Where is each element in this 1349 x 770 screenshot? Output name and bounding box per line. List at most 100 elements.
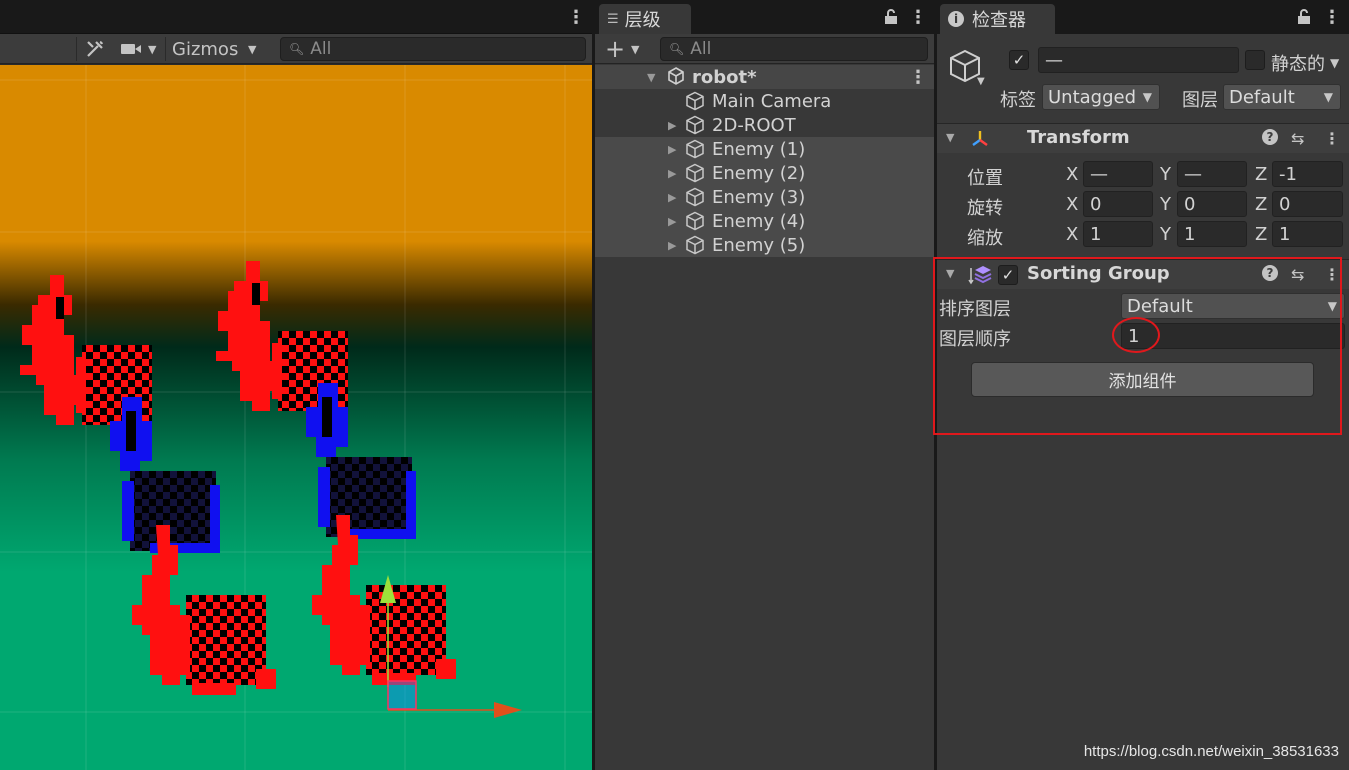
rotation-y-field[interactable]: 0: [1177, 191, 1247, 217]
axis-x-label: X: [1066, 194, 1079, 215]
transform-title: Transform: [1027, 127, 1130, 148]
hierarchy-item-label: Enemy (5): [712, 234, 806, 256]
presets-icon[interactable]: ⇆: [1291, 265, 1304, 284]
field-value: —: [1090, 163, 1108, 185]
sorting-group-enabled-checkbox[interactable]: ✓: [998, 265, 1018, 285]
axis-z-label: Z: [1255, 224, 1268, 245]
gizmos-button[interactable]: Gizmos: [172, 37, 238, 61]
field-value: 1: [1184, 223, 1196, 245]
presets-icon[interactable]: ⇆: [1291, 129, 1304, 148]
scene-row-menu-icon[interactable]: ⋮: [909, 69, 927, 87]
transform-header[interactable]: ▼ Transform ? ⇆ ⋮: [937, 123, 1349, 153]
position-y-field[interactable]: —: [1177, 161, 1247, 187]
expand-arrow-icon[interactable]: ▶: [668, 239, 676, 252]
component-menu-icon[interactable]: ⋮: [1324, 265, 1340, 284]
rotation-z-field[interactable]: 0: [1272, 191, 1343, 217]
scale-label: 缩放: [967, 228, 1003, 249]
hierarchy-item-enemy-1[interactable]: ▶ Enemy (1): [595, 137, 934, 161]
search-placeholder: All: [310, 39, 332, 59]
expand-arrow-icon[interactable]: ▶: [668, 143, 676, 156]
expand-arrow-icon[interactable]: ▶: [668, 119, 676, 132]
help-icon[interactable]: ?: [1262, 265, 1278, 281]
rotation-x-field[interactable]: 0: [1083, 191, 1153, 217]
chevron-down-icon[interactable]: ▼: [631, 37, 639, 61]
scene-panel: ⋮ ▼ Gizmos ▼ 🔍︎ All: [0, 0, 592, 770]
hierarchy-item-2d-root[interactable]: ▶ 2D-ROOT: [595, 113, 934, 137]
active-checkbox[interactable]: ✓: [1009, 50, 1029, 70]
position-x-field[interactable]: —: [1083, 161, 1153, 187]
expand-arrow-icon[interactable]: ▼: [946, 267, 954, 280]
scene-search-input[interactable]: 🔍︎ All: [280, 37, 586, 61]
expand-arrow-icon[interactable]: ▶: [668, 215, 676, 228]
scale-x-field[interactable]: 1: [1083, 221, 1153, 247]
tag-dropdown[interactable]: Untagged ▼: [1042, 84, 1160, 110]
field-value: 1: [1279, 223, 1291, 245]
expand-arrow-icon[interactable]: ▶: [668, 167, 676, 180]
hierarchy-item-label: Main Camera: [712, 90, 832, 112]
tab-inspector-label: 检查器: [972, 10, 1026, 31]
axis-y-label: Y: [1160, 194, 1171, 215]
search-icon: 🔍︎: [289, 42, 305, 56]
toolbar-separator: [165, 37, 166, 61]
scale-z-field[interactable]: 1: [1272, 221, 1343, 247]
hierarchy-menu-icon[interactable]: ⋮: [909, 9, 927, 27]
gameobject-cube-icon: [685, 211, 705, 231]
hierarchy-item-label: Enemy (2): [712, 162, 806, 184]
watermark: https://blog.csdn.net/weixin_38531633: [1083, 743, 1339, 760]
camera-icon[interactable]: ▼: [120, 37, 156, 61]
hierarchy-tabbar: ☰ 层级 ⋮: [595, 0, 934, 34]
scene-menu-icon[interactable]: ⋮: [567, 9, 585, 27]
hierarchy-item-enemy-2[interactable]: ▶ Enemy (2): [595, 161, 934, 185]
position-z-field[interactable]: -1: [1272, 161, 1343, 187]
component-menu-icon[interactable]: ⋮: [1324, 129, 1340, 148]
hierarchy-scene-row[interactable]: ▼ robot* ⋮: [595, 65, 934, 89]
object-name-field[interactable]: —: [1038, 47, 1239, 73]
layer-dropdown[interactable]: Default ▼: [1223, 84, 1341, 110]
hierarchy-search-input[interactable]: 🔍︎ All: [660, 37, 928, 61]
hierarchy-item-label: 2D-ROOT: [712, 114, 796, 136]
toolbar-separator: [76, 37, 77, 61]
xy-plane-handle[interactable]: [387, 680, 417, 710]
inspector-tabbar: i 检查器 ⋮: [937, 0, 1349, 34]
static-checkbox[interactable]: [1245, 50, 1265, 70]
gizmos-dropdown-icon[interactable]: ▼: [248, 37, 256, 61]
scene-canvas[interactable]: [0, 65, 592, 770]
axis-x-label: X: [1066, 224, 1079, 245]
order-in-layer-field[interactable]: 1: [1121, 323, 1345, 349]
unity-scene-icon: [667, 67, 685, 90]
chevron-down-icon[interactable]: ▼: [977, 76, 985, 87]
tab-inspector[interactable]: i 检查器: [940, 4, 1055, 34]
inspector-menu-icon[interactable]: ⋮: [1323, 9, 1341, 27]
gameobject-cube-icon: [685, 115, 705, 135]
sorting-layer-dropdown[interactable]: Default ▼: [1121, 293, 1345, 319]
expand-arrow-icon[interactable]: ▶: [668, 191, 676, 204]
add-component-button[interactable]: 添加组件: [971, 362, 1314, 397]
gameobject-cube-icon: [685, 91, 705, 111]
chevron-down-icon: ▼: [148, 42, 157, 56]
hierarchy-item-enemy-4[interactable]: ▶ Enemy (4): [595, 209, 934, 233]
chevron-down-icon[interactable]: ▼: [1330, 56, 1339, 70]
rotation-label: 旋转: [967, 198, 1003, 219]
expand-arrow-icon[interactable]: ▼: [946, 131, 954, 144]
tab-hierarchy[interactable]: ☰ 层级: [599, 4, 691, 34]
tools-icon[interactable]: [84, 37, 106, 61]
lock-icon[interactable]: [1297, 9, 1311, 29]
sorting-group-header[interactable]: ▼ ✓ Sorting Group ? ⇆ ⋮: [937, 259, 1349, 289]
scale-y-field[interactable]: 1: [1177, 221, 1247, 247]
chevron-down-icon: ▼: [1323, 90, 1333, 104]
create-plus-icon[interactable]: +: [605, 35, 625, 63]
gameobject-cube-icon: [685, 235, 705, 255]
axis-y-label: Y: [1160, 164, 1171, 185]
position-label: 位置: [967, 168, 1003, 189]
field-value: -1: [1279, 163, 1297, 185]
hierarchy-item-main-camera[interactable]: Main Camera: [595, 89, 934, 113]
help-icon[interactable]: ?: [1262, 129, 1278, 145]
layer-value: Default: [1229, 86, 1295, 108]
order-in-layer-label: 图层顺序: [939, 329, 1011, 350]
hierarchy-item-enemy-3[interactable]: ▶ Enemy (3): [595, 185, 934, 209]
hierarchy-item-label: Enemy (1): [712, 138, 806, 160]
expand-arrow-icon[interactable]: ▼: [647, 71, 655, 84]
lock-icon[interactable]: [884, 9, 898, 29]
scene-viewport[interactable]: [0, 65, 592, 770]
hierarchy-item-enemy-5[interactable]: ▶ Enemy (5): [595, 233, 934, 257]
